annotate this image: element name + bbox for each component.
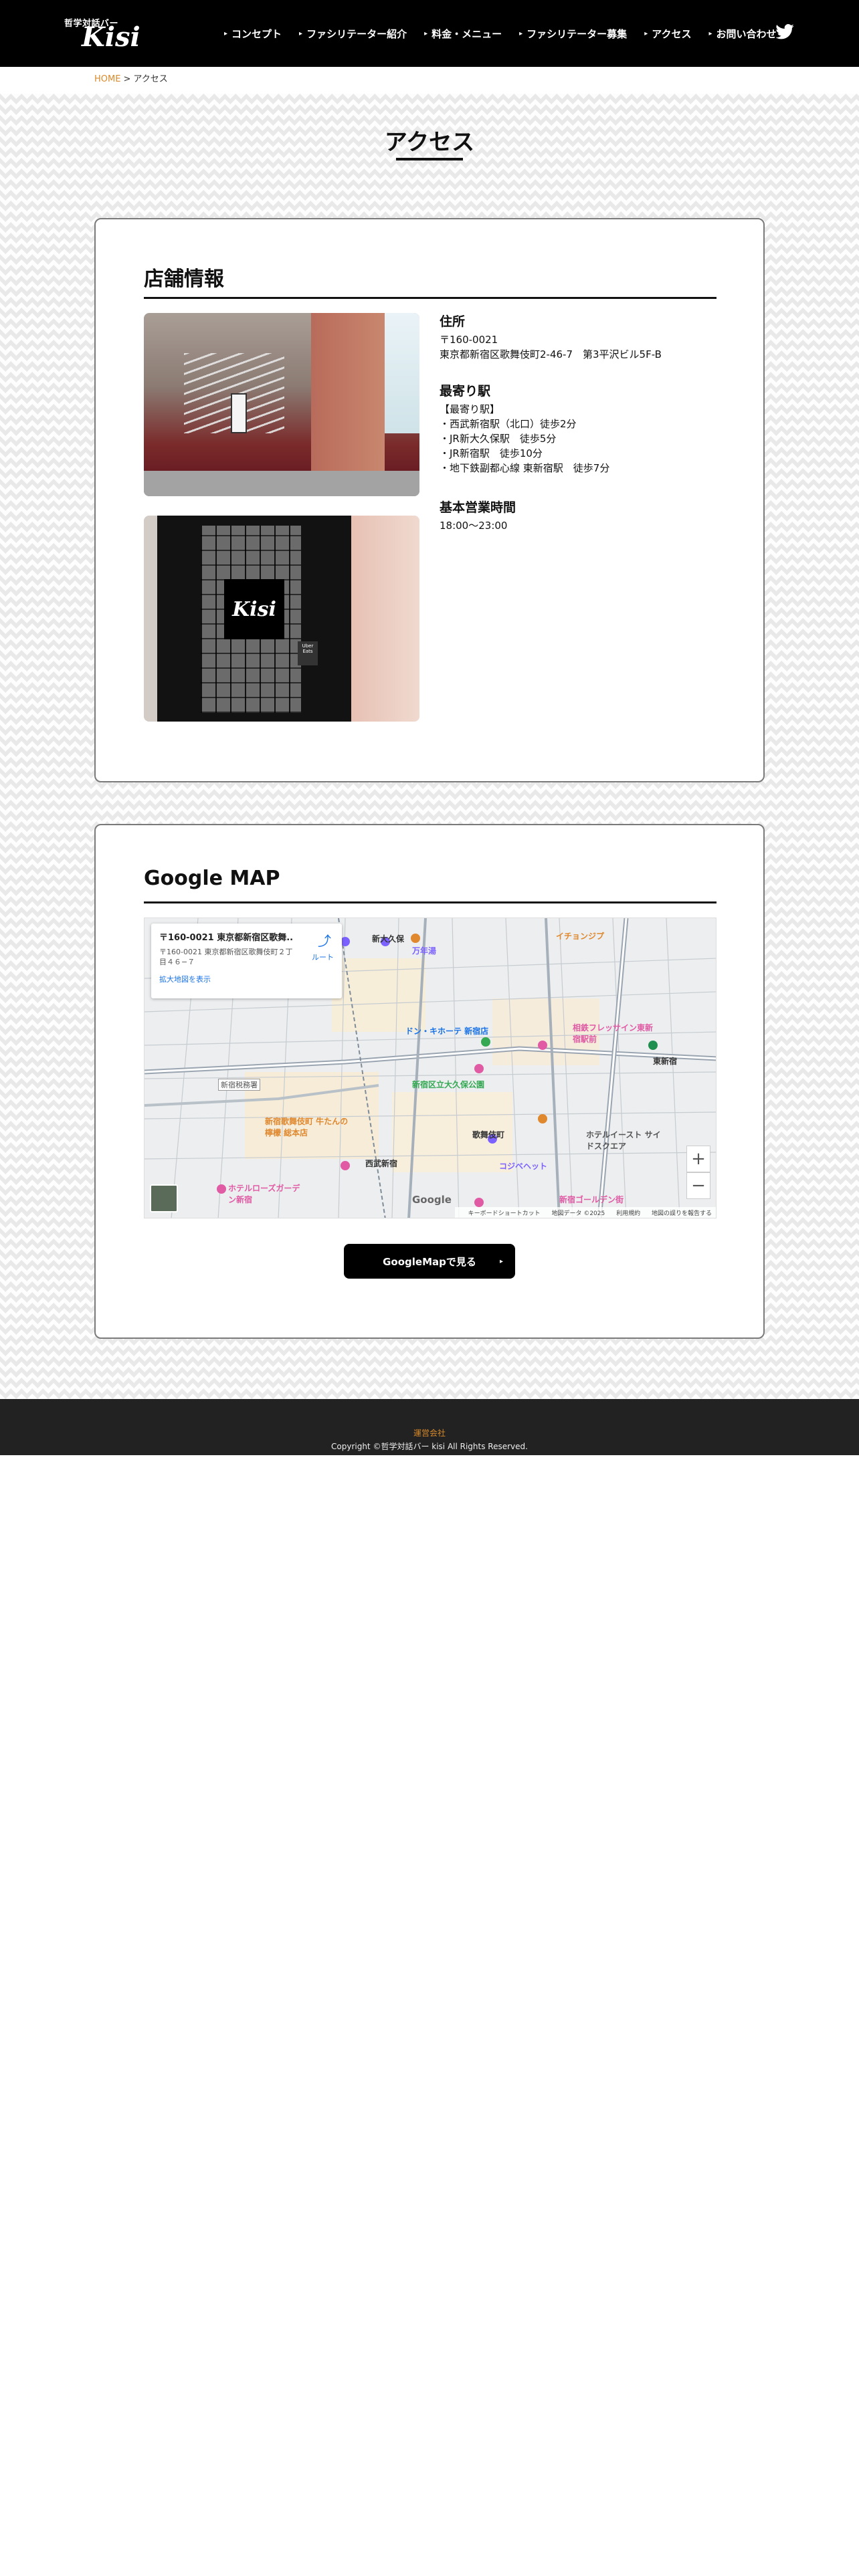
copyright: Copyright ©哲学対話バー kisi All Rights Reserv… xyxy=(331,1442,528,1451)
station-line: ・JR新大久保駅 徒歩5分 xyxy=(440,433,557,445)
nav-arrow-icon: ▸ xyxy=(708,29,712,37)
map-label: 相鉄フレッサイン東新宿駅前 xyxy=(573,1023,654,1044)
station-line: 【最寄り駅】 xyxy=(440,403,500,415)
keyboard-shortcuts-link[interactable]: キーボードショートカット xyxy=(468,1210,541,1217)
map-label: 東新宿 xyxy=(653,1057,678,1066)
map-heading-rule xyxy=(144,901,717,903)
map-label: ドン・キホーテ 新宿店 xyxy=(405,1027,489,1036)
map-card-address: 〒160-0021 東京都新宿区歌舞伎町２丁目４６−７ xyxy=(159,948,293,966)
logo-wordmark: Kisi xyxy=(82,21,140,53)
hours-value: 18:00〜23:00 xyxy=(440,520,508,532)
zoom-in-button[interactable]: + xyxy=(686,1146,710,1172)
map-label: イチョンジプ xyxy=(556,932,605,941)
site-footer: 運営会社 Copyright ©哲学対話バー kisi All Rights R… xyxy=(0,1399,859,1455)
nav-label: ファシリテーター募集 xyxy=(527,27,628,40)
photo-right-wall xyxy=(351,516,419,722)
map-label: 万年湯 xyxy=(412,946,437,956)
address-heading: 住所 xyxy=(440,314,466,329)
breadcrumb: HOME > アクセス xyxy=(94,72,168,84)
google-map-card: Google MAP 新大久保 万年湯 イチョンジプ ドン・キホーテ 新宿店 相… xyxy=(94,824,765,1339)
address-block: 住所 〒160-0021 東京都新宿区歌舞伎町2-46-7 第3平沢ビル5F-B xyxy=(440,313,662,362)
nav-label: アクセス xyxy=(652,27,692,40)
nav-contact[interactable]: ▸ お問い合わせ xyxy=(708,27,776,41)
store-heading-rule xyxy=(144,297,717,299)
map-label: コジベヘット xyxy=(499,1162,548,1171)
map-label: 新宿ゴールデン街 xyxy=(559,1195,624,1204)
larger-map-link[interactable]: 拡大地図を表示 xyxy=(159,974,334,984)
map-card-title: 〒160-0021 東京都新宿区歌舞... xyxy=(159,933,293,943)
breadcrumb-home[interactable]: HOME xyxy=(94,74,120,84)
nav-concept[interactable]: ▸ コンセプト xyxy=(224,27,282,41)
directions-icon[interactable]: ⤴ xyxy=(316,930,332,949)
open-google-map-button[interactable]: GoogleMapで見る ▸ xyxy=(344,1244,515,1279)
station-line: ・地下鉄副都心線 東新宿駅 徒歩7分 xyxy=(440,462,610,474)
map-data-credit: 地図データ ©2025 xyxy=(551,1210,605,1217)
breadcrumb-separator: > xyxy=(123,74,131,84)
hours-heading: 基本営業時間 xyxy=(440,500,516,515)
map-type-toggle[interactable] xyxy=(150,1184,178,1212)
nav-pricing[interactable]: ▸ 料金・メニュー xyxy=(424,27,502,41)
nav-facilitators[interactable]: ▸ ファシリテーター紹介 xyxy=(299,27,407,41)
map-label: ホテルイースト サイドスクエア xyxy=(586,1130,661,1151)
station-line: ・JR新宿駅 徒歩10分 xyxy=(440,447,543,459)
nav-label: お問い合わせ xyxy=(716,27,777,40)
photo-poster xyxy=(385,313,419,433)
map-label: 新大久保 xyxy=(372,934,405,944)
button-label: GoogleMapで見る xyxy=(383,1255,476,1268)
station-block: 最寄り駅 【最寄り駅】 ・西武新宿駅（北口）徒歩2分 ・JR新大久保駅 徒歩5分… xyxy=(440,383,609,475)
map-info-card: 〒160-0021 東京都新宿区歌舞... 〒160-0021 東京都新宿区歌舞… xyxy=(151,924,342,998)
twitter-bird-icon[interactable] xyxy=(773,22,796,42)
photo-standing-sign xyxy=(231,393,247,433)
photo-wall xyxy=(311,313,385,496)
uber-eats-sticker: Uber Eats xyxy=(298,641,318,665)
google-logo: Google xyxy=(412,1194,452,1206)
nav-arrow-icon: ▸ xyxy=(424,29,428,37)
title-underline xyxy=(396,158,463,160)
arrow-right-icon: ▸ xyxy=(499,1257,503,1265)
bar-door-photo: Kisi Uber Eats xyxy=(144,516,419,722)
terms-link[interactable]: 利用規約 xyxy=(616,1210,640,1217)
map-attribution: キーボードショートカット 地図データ ©2025 利用規約 地図の誤りを報告する xyxy=(454,1207,716,1218)
breadcrumb-current: アクセス xyxy=(133,74,168,84)
photo-door-frame xyxy=(144,516,157,722)
building-entrance-photo xyxy=(144,313,419,496)
zoom-out-button[interactable]: − xyxy=(686,1172,710,1199)
map-label: 歌舞伎町 xyxy=(472,1130,505,1140)
door-sign: Kisi xyxy=(224,579,284,639)
embedded-map[interactable]: 新大久保 万年湯 イチョンジプ ドン・キホーテ 新宿店 相鉄フレッサイン東新宿駅… xyxy=(144,918,717,1218)
nav-arrow-icon: ▸ xyxy=(299,29,303,37)
street-address: 東京都新宿区歌舞伎町2-46-7 第3平沢ビル5F-B xyxy=(440,348,662,360)
station-heading: 最寄り駅 xyxy=(440,384,491,399)
map-label: 新宿区立大久保公園 xyxy=(412,1080,485,1089)
report-error-link[interactable]: 地図の誤りを報告する xyxy=(652,1210,712,1217)
store-info-card: 店舗情報 Kisi Uber Eats 住所 〒160-0021 東京都新宿区歌… xyxy=(94,218,765,782)
map-label: 新宿歌舞伎町 牛たんの檸檬 総本店 xyxy=(265,1117,349,1138)
map-heading: Google MAP xyxy=(144,867,280,890)
nav-access[interactable]: ▸ アクセス xyxy=(644,27,691,41)
nav-label: コンセプト xyxy=(231,27,282,40)
map-label: 新宿税務署 xyxy=(218,1079,260,1091)
store-heading: 店舗情報 xyxy=(144,267,224,291)
nav-recruit[interactable]: ▸ ファシリテーター募集 xyxy=(519,27,627,41)
postal-code: 〒160-0021 xyxy=(440,334,498,346)
nav-label: ファシリテーター紹介 xyxy=(306,27,407,40)
nav-arrow-icon: ▸ xyxy=(224,29,228,37)
site-header: 哲学対話バー Kisi ▸ コンセプト ▸ ファシリテーター紹介 ▸ 料金・メニュー … xyxy=(0,0,859,67)
station-line: ・西武新宿駅（北口）徒歩2分 xyxy=(440,418,577,430)
map-label: ホテルローズガーデン新宿 xyxy=(228,1184,300,1204)
page-title: アクセス xyxy=(384,129,475,156)
photo-ground xyxy=(144,471,419,496)
site-logo[interactable]: 哲学対話バー Kisi xyxy=(64,15,140,53)
directions-label[interactable]: ルート xyxy=(312,952,334,962)
nav-label: 料金・メニュー xyxy=(432,27,502,40)
map-label: 西武新宿 xyxy=(365,1159,398,1168)
company-link[interactable]: 運営会社 xyxy=(0,1427,859,1438)
hours-block: 基本営業時間 18:00〜23:00 xyxy=(440,499,516,533)
nav-arrow-icon: ▸ xyxy=(519,29,523,37)
main-nav: ▸ コンセプト ▸ ファシリテーター紹介 ▸ 料金・メニュー ▸ ファシリテーター募集 … xyxy=(224,0,794,67)
nav-arrow-icon: ▸ xyxy=(644,29,648,37)
